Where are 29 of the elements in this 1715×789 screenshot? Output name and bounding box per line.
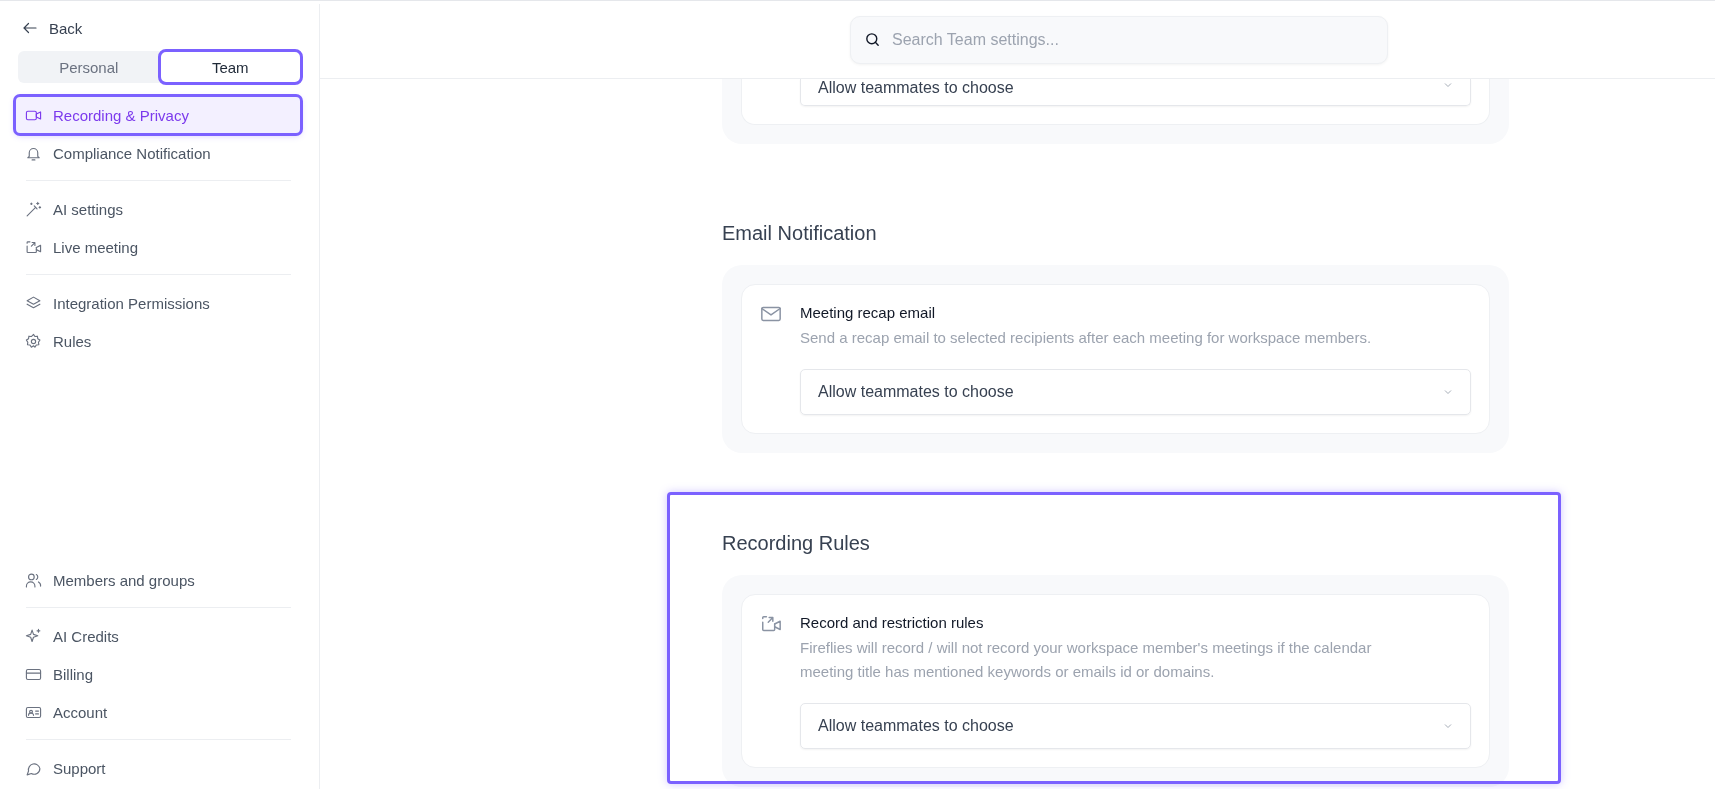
sidebar-item[interactable]: AI Credits (15, 617, 301, 655)
sidebar-item[interactable]: Members and groups (15, 561, 301, 599)
tab[interactable]: Personal (18, 51, 160, 83)
sidebar-item[interactable]: Rules (15, 322, 301, 360)
tab[interactable]: Team (159, 51, 301, 83)
back-link[interactable]: Back (17, 15, 87, 41)
sidebar-item[interactable]: Integration Permissions (15, 284, 301, 322)
users-icon (25, 571, 42, 589)
search-field[interactable]: Search Team settings... (850, 16, 1388, 64)
video-upload-icon (25, 238, 42, 256)
sidebar-item[interactable]: Account (15, 693, 301, 731)
section-heading: Recording Rules (722, 531, 871, 556)
setting-description: Send a recap email to selected recipients after each meeting for workspace members. (800, 328, 1373, 348)
select-field[interactable]: Allow teammates to choose (800, 369, 1471, 415)
sidebar-item[interactable]: Recording & Privacy (15, 96, 301, 134)
setting-title: Meeting recap email (800, 303, 937, 323)
magic-wand-icon (25, 200, 42, 218)
sidebar-item[interactable]: Support (15, 749, 301, 787)
setting-description: Fireflies will record / will not record your workspace member's meetings if the calendar meeting title has mentioned keywords or emails id or domains. (800, 638, 1373, 682)
section-heading: Email Notification (722, 221, 878, 246)
select-field[interactable]: Allow teammates to choose (800, 703, 1471, 749)
sidebar-item[interactable]: Billing (15, 655, 301, 693)
sidebar-item[interactable]: AI settings (15, 190, 301, 228)
sidebar-item[interactable]: Live meeting (15, 228, 301, 266)
setting-title: Record and restriction rules (800, 613, 985, 633)
select-field[interactable]: Allow teammates to choose (800, 79, 1471, 106)
sidebar-item[interactable]: Compliance Notification (15, 134, 301, 172)
sparkle-icon (25, 627, 42, 645)
gear-icon (25, 332, 42, 350)
